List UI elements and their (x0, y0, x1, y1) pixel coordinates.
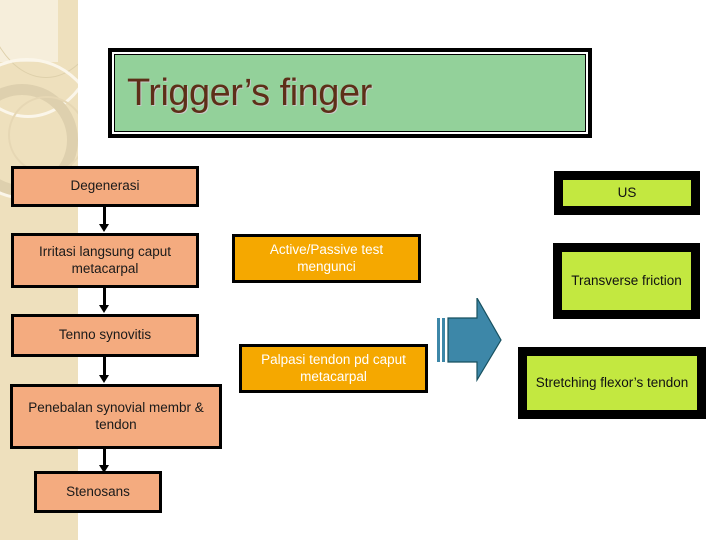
slide-title-frame: Trigger’s finger (108, 48, 592, 138)
pathology-node-stenosans[interactable]: Stenosans (34, 471, 162, 513)
process-flow-arrow-icon (437, 295, 503, 383)
slide-title-plate: Trigger’s finger (114, 54, 586, 132)
pathology-node-label: Irritasi langsung caput metacarpal (38, 243, 172, 276)
intervention-node-label: Transverse friction (571, 272, 682, 288)
examination-node-label: Palpasi tendon pd caput metacarpal (261, 351, 406, 384)
intervention-node-label: Stretching flexor’s tendon (535, 374, 689, 390)
decorative-ring-icon (8, 96, 78, 174)
pathology-node-label: Penebalan synovial membr & tendon (28, 399, 204, 432)
intervention-node-transverse-friction[interactable]: Transverse friction (553, 243, 700, 319)
pathology-node-label: Degenerasi (70, 178, 140, 194)
examination-node-label: Active/Passive test mengunci (269, 241, 384, 274)
connector-arrowhead-icon (99, 224, 109, 232)
connector-arrowhead-icon (99, 305, 109, 313)
examination-node-active-passive-test[interactable]: Active/Passive test mengunci (232, 234, 421, 283)
pathology-node-irritasi[interactable]: Irritasi langsung caput metacarpal (11, 233, 199, 288)
examination-node-palpasi-tendon[interactable]: Palpasi tendon pd caput metacarpal (239, 344, 428, 393)
pathology-node-label: Tenno synovitis (58, 327, 152, 343)
slide-title-inner-frame: Trigger’s finger (112, 52, 588, 134)
page-title: Trigger’s finger (127, 71, 372, 114)
pathology-node-label: Stenosans (66, 483, 130, 499)
slide-canvas: Trigger’s finger Degenerasi Irritasi lan… (0, 0, 720, 540)
pathology-node-tenno-synovitis[interactable]: Tenno synovitis (11, 314, 199, 357)
intervention-node-stretching-flexor-tendon[interactable]: Stretching flexor’s tendon (518, 347, 706, 419)
pathology-node-degenerasi[interactable]: Degenerasi (11, 166, 199, 207)
intervention-node-label: US (617, 184, 637, 200)
intervention-node-us[interactable]: US (554, 171, 700, 215)
connector-arrowhead-icon (99, 375, 109, 383)
pathology-node-penebalan-synovial[interactable]: Penebalan synovial membr & tendon (10, 384, 222, 449)
